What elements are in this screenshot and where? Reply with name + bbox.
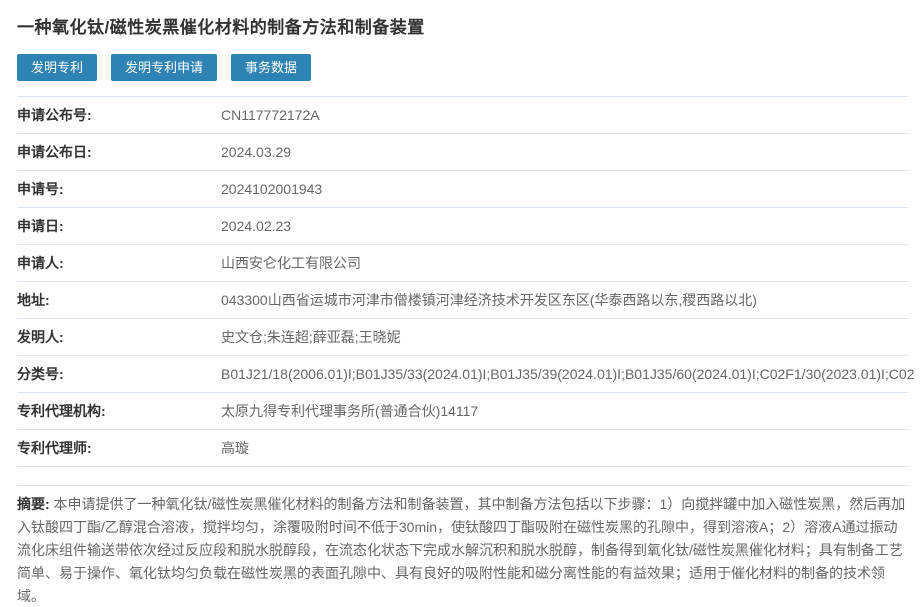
row-publication-number: 申请公布号: CN117772172A bbox=[17, 97, 908, 134]
abstract-section: 摘要: 本申请提供了一种氧化钛/磁性炭黑催化材料的制备方法和制备装置，其中制备方… bbox=[17, 485, 908, 607]
patent-tag-buttons: 发明专利 发明专利申请 事务数据 bbox=[17, 54, 908, 81]
field-value: 山西安仑化工有限公司 bbox=[221, 253, 361, 273]
field-label: 申请公布日: bbox=[17, 142, 221, 162]
row-application-date: 申请日: 2024.02.23 bbox=[17, 208, 908, 245]
field-label: 专利代理机构: bbox=[17, 401, 221, 421]
field-label: 专利代理师: bbox=[17, 438, 221, 458]
tag-transaction-data[interactable]: 事务数据 bbox=[231, 54, 311, 81]
field-value: 2024102001943 bbox=[221, 181, 322, 197]
field-label: 申请人: bbox=[17, 253, 221, 273]
field-label: 申请日: bbox=[17, 216, 221, 236]
row-classification: 分类号: B01J21/18(2006.01)I;B01J35/33(2024.… bbox=[17, 356, 908, 393]
field-label: 分类号: bbox=[17, 364, 221, 384]
tag-invention-patent-application[interactable]: 发明专利申请 bbox=[111, 54, 217, 81]
row-application-number: 申请号: 2024102001943 bbox=[17, 171, 908, 208]
field-label: 地址: bbox=[17, 290, 221, 310]
field-value: 2024.03.29 bbox=[221, 144, 291, 160]
row-inventors: 发明人: 史文仓;朱连超;薛亚磊;王晓妮 bbox=[17, 319, 908, 356]
field-value: CN117772172A bbox=[221, 107, 320, 123]
field-value: 史文仓;朱连超;薛亚磊;王晓妮 bbox=[221, 327, 401, 347]
field-value: 2024.02.23 bbox=[221, 218, 291, 234]
field-value: 043300山西省运城市河津市僧楼镇河津经济技术开发区东区(华泰西路以东,稷西路… bbox=[221, 290, 757, 310]
row-applicant: 申请人: 山西安仑化工有限公司 bbox=[17, 245, 908, 282]
field-label: 发明人: bbox=[17, 327, 221, 347]
row-address: 地址: 043300山西省运城市河津市僧楼镇河津经济技术开发区东区(华泰西路以东… bbox=[17, 282, 908, 319]
abstract-label: 摘要: bbox=[17, 496, 50, 512]
abstract-text: 本申请提供了一种氧化钛/磁性炭黑催化材料的制备方法和制备装置，其中制备方法包括以… bbox=[17, 496, 905, 604]
field-value: 高璇 bbox=[221, 438, 249, 458]
page-title: 一种氧化钛/磁性炭黑催化材料的制备方法和制备装置 bbox=[17, 0, 908, 38]
row-publication-date: 申请公布日: 2024.03.29 bbox=[17, 134, 908, 171]
row-patent-agency: 专利代理机构: 太原九得专利代理事务所(普通合伙)14117 bbox=[17, 393, 908, 430]
field-label: 申请公布号: bbox=[17, 105, 221, 125]
field-value: 太原九得专利代理事务所(普通合伙)14117 bbox=[221, 401, 478, 421]
row-patent-agent: 专利代理师: 高璇 bbox=[17, 430, 908, 467]
field-label: 申请号: bbox=[17, 179, 221, 199]
field-value: B01J21/18(2006.01)I;B01J35/33(2024.01)I;… bbox=[221, 366, 915, 382]
tag-invention-patent[interactable]: 发明专利 bbox=[17, 54, 97, 81]
patent-info-table: 申请公布号: CN117772172A 申请公布日: 2024.03.29 申请… bbox=[17, 96, 908, 467]
patent-detail-page: 一种氧化钛/磁性炭黑催化材料的制备方法和制备装置 发明专利 发明专利申请 事务数… bbox=[0, 0, 908, 607]
